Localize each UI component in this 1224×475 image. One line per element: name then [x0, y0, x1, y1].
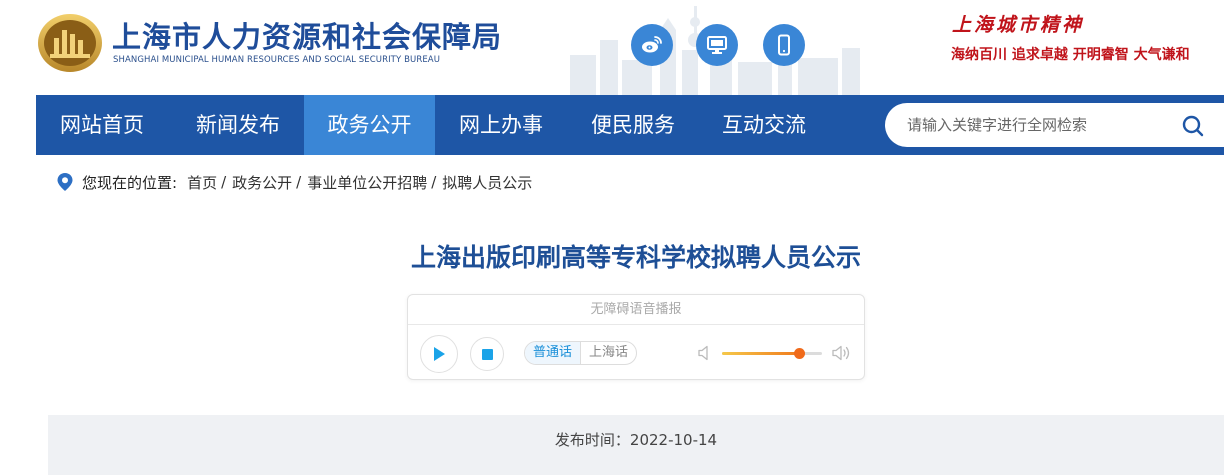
- site-subtitle: SHANGHAI MUNICIPAL HUMAN RESOURCES AND S…: [113, 55, 441, 65]
- mobile-icon: [778, 34, 790, 56]
- volume-low-icon: [698, 345, 708, 361]
- nav-item-home[interactable]: 网站首页: [36, 95, 168, 155]
- volume-slider-fill: [722, 352, 799, 355]
- site-title[interactable]: 上海市人力资源和社会保障局: [112, 14, 502, 56]
- language-toggle: 普通话 上海话: [524, 341, 638, 365]
- breadcrumb: 您现在的位置: 首页 / 政务公开 / 事业单位公开招聘 / 拟聘人员公示: [56, 171, 532, 193]
- article-meta-bar: 发布时间：2022-10-14: [48, 415, 1224, 475]
- nav-item-online-services[interactable]: 网上办事: [437, 95, 565, 155]
- breadcrumb-public-recruitment[interactable]: 事业单位公开招聘: [307, 172, 427, 193]
- volume-high-icon: [832, 345, 850, 361]
- bureau-emblem-logo: [38, 14, 102, 72]
- weibo-button[interactable]: [631, 24, 673, 66]
- city-spirit-title: 上海城市精神: [952, 14, 1085, 36]
- breadcrumb-home[interactable]: 首页: [187, 172, 217, 193]
- search-box: [885, 103, 1224, 147]
- breadcrumb-government-affairs[interactable]: 政务公开: [232, 172, 292, 193]
- play-icon: [434, 347, 445, 361]
- site-header: 上海市人力资源和社会保障局 SHANGHAI MUNICIPAL HUMAN R…: [0, 0, 1224, 95]
- search-input[interactable]: [907, 103, 1167, 147]
- search-icon[interactable]: [1181, 114, 1205, 138]
- desktop-icon: [707, 36, 727, 54]
- volume-slider[interactable]: [722, 348, 822, 359]
- play-button[interactable]: [420, 335, 458, 373]
- weibo-icon: [642, 36, 662, 53]
- accessibility-audio-player: 无障碍语音播报 普通话 上海话: [407, 294, 865, 380]
- language-mandarin[interactable]: 普通话: [525, 342, 582, 364]
- nav-item-government-affairs[interactable]: 政务公开: [304, 95, 435, 155]
- breadcrumb-separator: /: [221, 173, 227, 191]
- volume-slider-handle[interactable]: [794, 348, 805, 359]
- breadcrumb-separator: /: [431, 173, 437, 191]
- publish-time: 发布时间：2022-10-14: [554, 431, 718, 449]
- language-shanghainese[interactable]: 上海话: [581, 342, 636, 364]
- article-title: 上海出版印刷高等专科学校拟聘人员公示: [410, 243, 861, 272]
- stop-icon: [481, 348, 493, 360]
- nav-item-news[interactable]: 新闻发布: [174, 95, 302, 155]
- desktop-site-button[interactable]: [696, 24, 738, 66]
- nav-item-public-services[interactable]: 便民服务: [569, 95, 697, 155]
- nav-item-interaction[interactable]: 互动交流: [700, 95, 828, 155]
- breadcrumb-current-page[interactable]: 拟聘人员公示: [442, 172, 532, 193]
- player-header: 无障碍语音播报: [408, 295, 864, 325]
- city-spirit-slogan: 海纳百川 追求卓越 开明睿智 大气谦和: [951, 47, 1190, 63]
- mobile-site-button[interactable]: [763, 24, 805, 66]
- breadcrumb-label: 您现在的位置:: [82, 173, 178, 192]
- location-pin-icon: [57, 173, 73, 191]
- stop-button[interactable]: [470, 337, 504, 371]
- breadcrumb-separator: /: [296, 173, 302, 191]
